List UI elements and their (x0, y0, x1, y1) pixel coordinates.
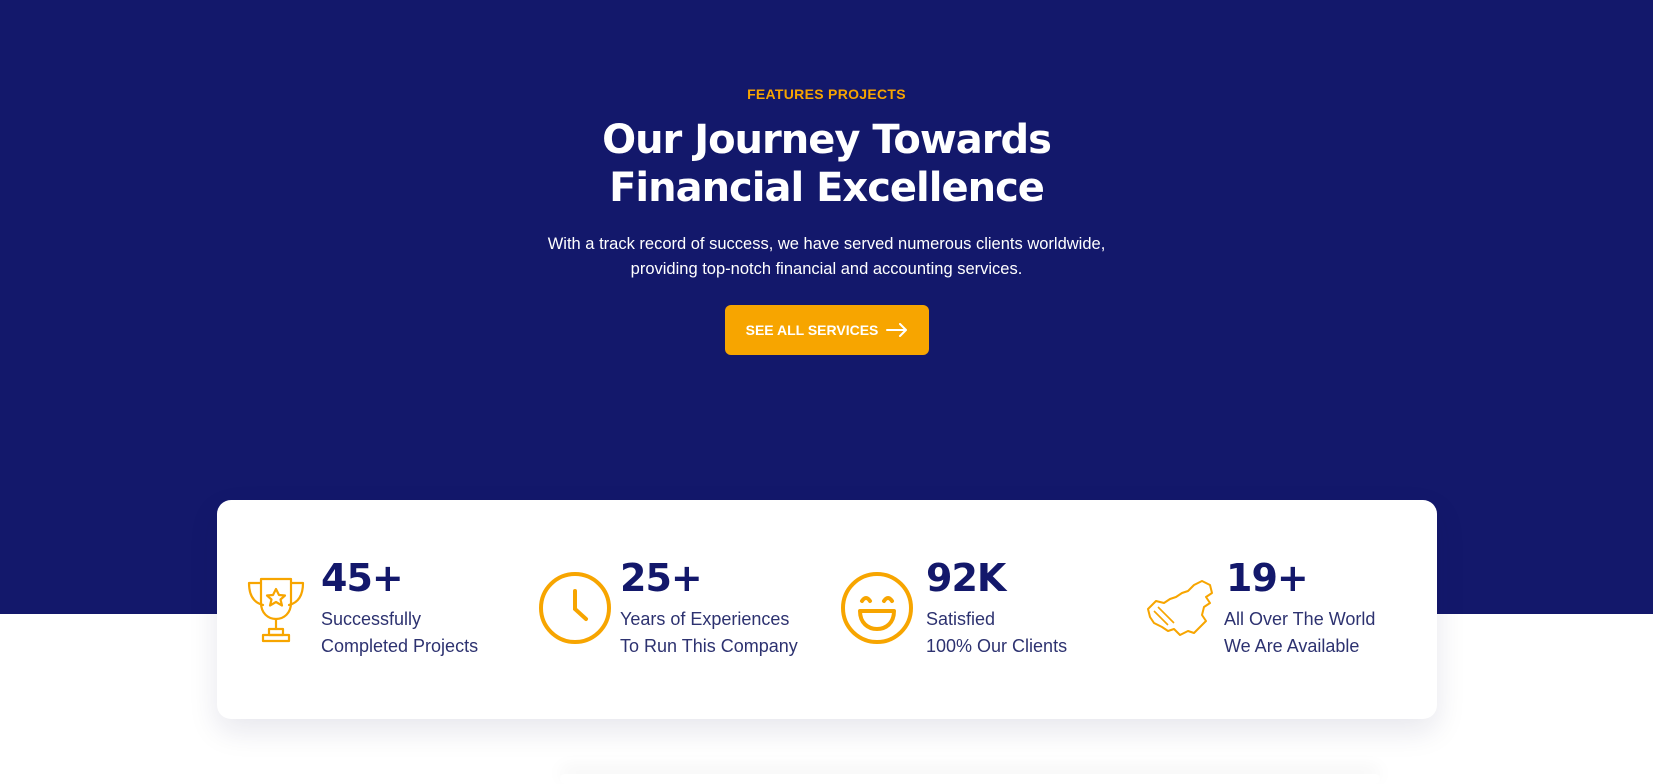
stat-label-line-2: Completed Projects (321, 636, 479, 656)
stat-value: 25+ (620, 556, 703, 600)
subtitle-line-2: providing top-notch financial and accoun… (630, 259, 1023, 278)
stat-label-line-1: All Over The World (1224, 609, 1376, 629)
stat-label-line-2: We Are Available (1224, 636, 1360, 656)
section-title: Our Journey Towards Financial Excellence (0, 116, 1653, 212)
stat-value: 92K (926, 556, 1006, 600)
stats-card: 45+ Successfully Completed Projects 25+ … (217, 500, 1437, 719)
section-subtitle: With a track record of success, we have … (0, 232, 1653, 281)
smile-icon (841, 572, 913, 644)
next-section-card-edge (560, 774, 1380, 784)
section-eyebrow: FEATURES PROJECTS (747, 86, 906, 102)
arrow-right-icon (886, 323, 908, 337)
see-all-services-button[interactable]: SEE ALL SERVICES (725, 305, 929, 355)
stat-label-line-2: 100% Our Clients (926, 636, 1068, 656)
stat-value: 45+ (321, 556, 404, 600)
stat-label: Successfully Completed Projects (321, 606, 478, 660)
title-line-1: Our Journey Towards (602, 117, 1052, 163)
stat-label: Satisfied 100% Our Clients (926, 606, 1067, 660)
subtitle-line-1: With a track record of success, we have … (547, 235, 1106, 253)
stat-label-line-1: Years of Experiences (620, 609, 790, 629)
stat-label-line-1: Successfully (321, 609, 422, 629)
title-line-2: Financial Excellence (609, 165, 1045, 211)
stat-label: All Over The World We Are Available (1224, 606, 1375, 660)
map-icon (1147, 580, 1213, 636)
trophy-icon (247, 577, 305, 643)
stat-label-line-1: Satisfied (926, 609, 996, 629)
stat-label-line-2: To Run This Company (620, 636, 798, 656)
clock-icon (539, 572, 611, 644)
stat-value: 19+ (1226, 556, 1309, 600)
stat-label: Years of Experiences To Run This Company (620, 606, 798, 660)
cta-label: SEE ALL SERVICES (745, 322, 879, 338)
